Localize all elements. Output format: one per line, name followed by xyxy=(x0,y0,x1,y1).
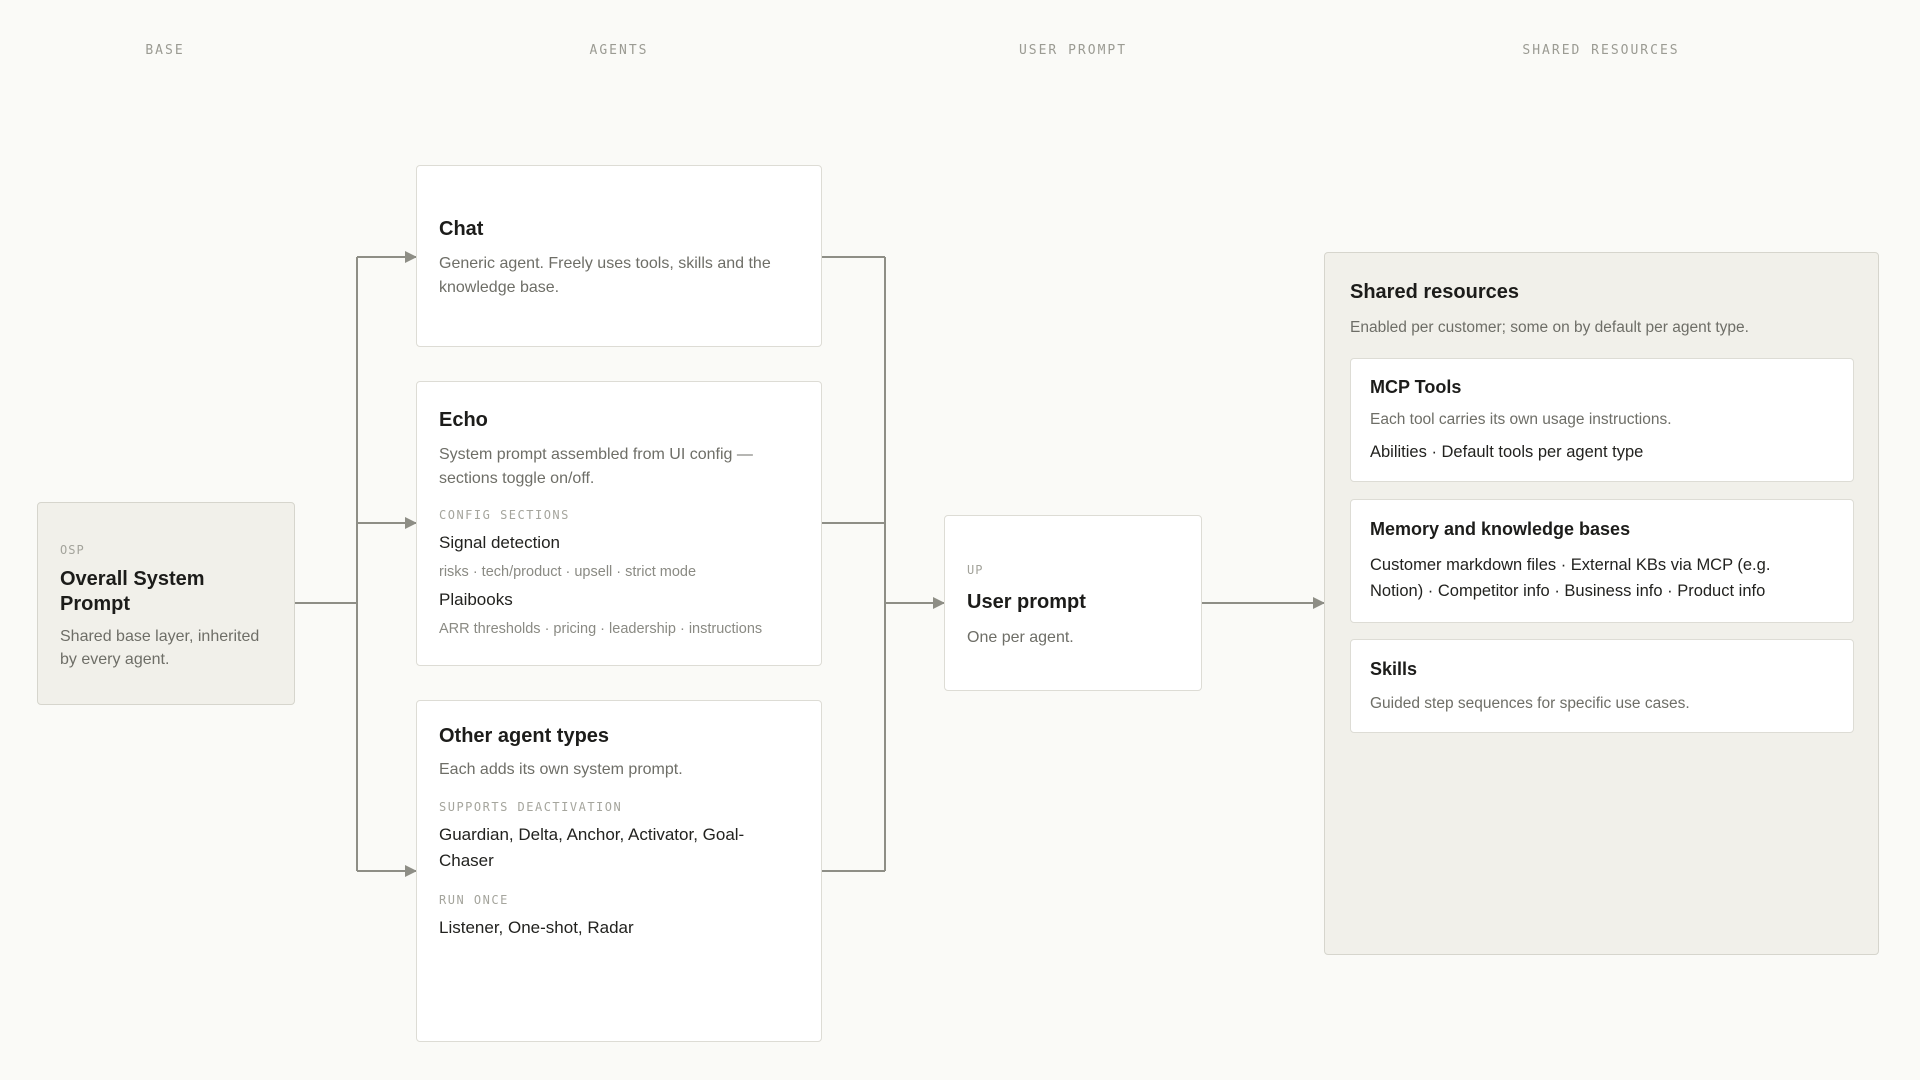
user-prompt-tag: UP xyxy=(967,563,984,577)
echo-signal-detection-options: risks · tech/product · upsell · strict m… xyxy=(439,564,697,580)
user-prompt-title: User prompt xyxy=(967,591,1086,613)
user-prompt-box: UP User prompt One per agent. xyxy=(944,515,1202,691)
osp-description: Shared base layer, inherited by every ag… xyxy=(60,628,260,668)
echo-plaibooks-title: Plaibooks xyxy=(439,590,513,609)
mcp-tools-description: Each tool carries its own usage instruct… xyxy=(1370,411,1672,428)
run-once-label: RUN ONCE xyxy=(439,893,509,907)
other-agents-title: Other agent types xyxy=(439,725,610,747)
run-once-agents: Listener, One-shot, Radar xyxy=(439,918,634,937)
mcp-tools-title: MCP Tools xyxy=(1370,377,1462,397)
other-agents-description: Each adds its own system prompt. xyxy=(439,761,683,778)
shared-resources-description: Enabled per customer; some on by default… xyxy=(1350,319,1749,336)
memory-knowledge-items: Customer markdown files · External KBs v… xyxy=(1370,556,1771,600)
user-prompt-description: One per agent. xyxy=(967,629,1074,646)
skills-description: Guided step sequences for specific use c… xyxy=(1370,695,1690,712)
mcp-tools-items: Abilities · Default tools per agent type xyxy=(1370,443,1644,461)
supports-deactivation-label: SUPPORTS DEACTIVATION xyxy=(439,800,623,814)
echo-config-sections-label: CONFIG SECTIONS xyxy=(439,508,570,522)
memory-knowledge-title: Memory and knowledge bases xyxy=(1370,519,1631,539)
chat-title: Chat xyxy=(439,218,484,240)
memory-knowledge-card: Memory and knowledge bases Customer mark… xyxy=(1350,499,1854,623)
echo-agent-box: Echo System prompt assembled from UI con… xyxy=(416,381,822,666)
chat-agent-box: Chat Generic agent. Freely uses tools, s… xyxy=(416,165,822,347)
echo-signal-detection-title: Signal detection xyxy=(439,533,560,552)
osp-tag: OSP xyxy=(60,543,85,557)
osp-title: Overall System Prompt xyxy=(60,568,205,615)
shared-resources-panel: Shared resources Enabled per customer; s… xyxy=(1324,252,1879,955)
echo-plaibooks-options: ARR thresholds · pricing · leadership · … xyxy=(439,621,763,637)
chat-description: Generic agent. Freely uses tools, skills… xyxy=(439,255,771,296)
mcp-tools-card: MCP Tools Each tool carries its own usag… xyxy=(1350,358,1854,482)
supports-deactivation-agents: Guardian, Delta, Anchor, Activator, Goal… xyxy=(439,825,745,870)
echo-title: Echo xyxy=(439,409,488,431)
skills-card: Skills Guided step sequences for specifi… xyxy=(1350,639,1854,733)
osp-box: OSP Overall System Prompt Shared base la… xyxy=(37,502,295,705)
other-agents-box: Other agent types Each adds its own syst… xyxy=(416,700,822,1042)
shared-resources-title: Shared resources xyxy=(1350,281,1519,303)
echo-description: System prompt assembled from UI config —… xyxy=(439,446,753,487)
skills-title: Skills xyxy=(1370,659,1418,679)
